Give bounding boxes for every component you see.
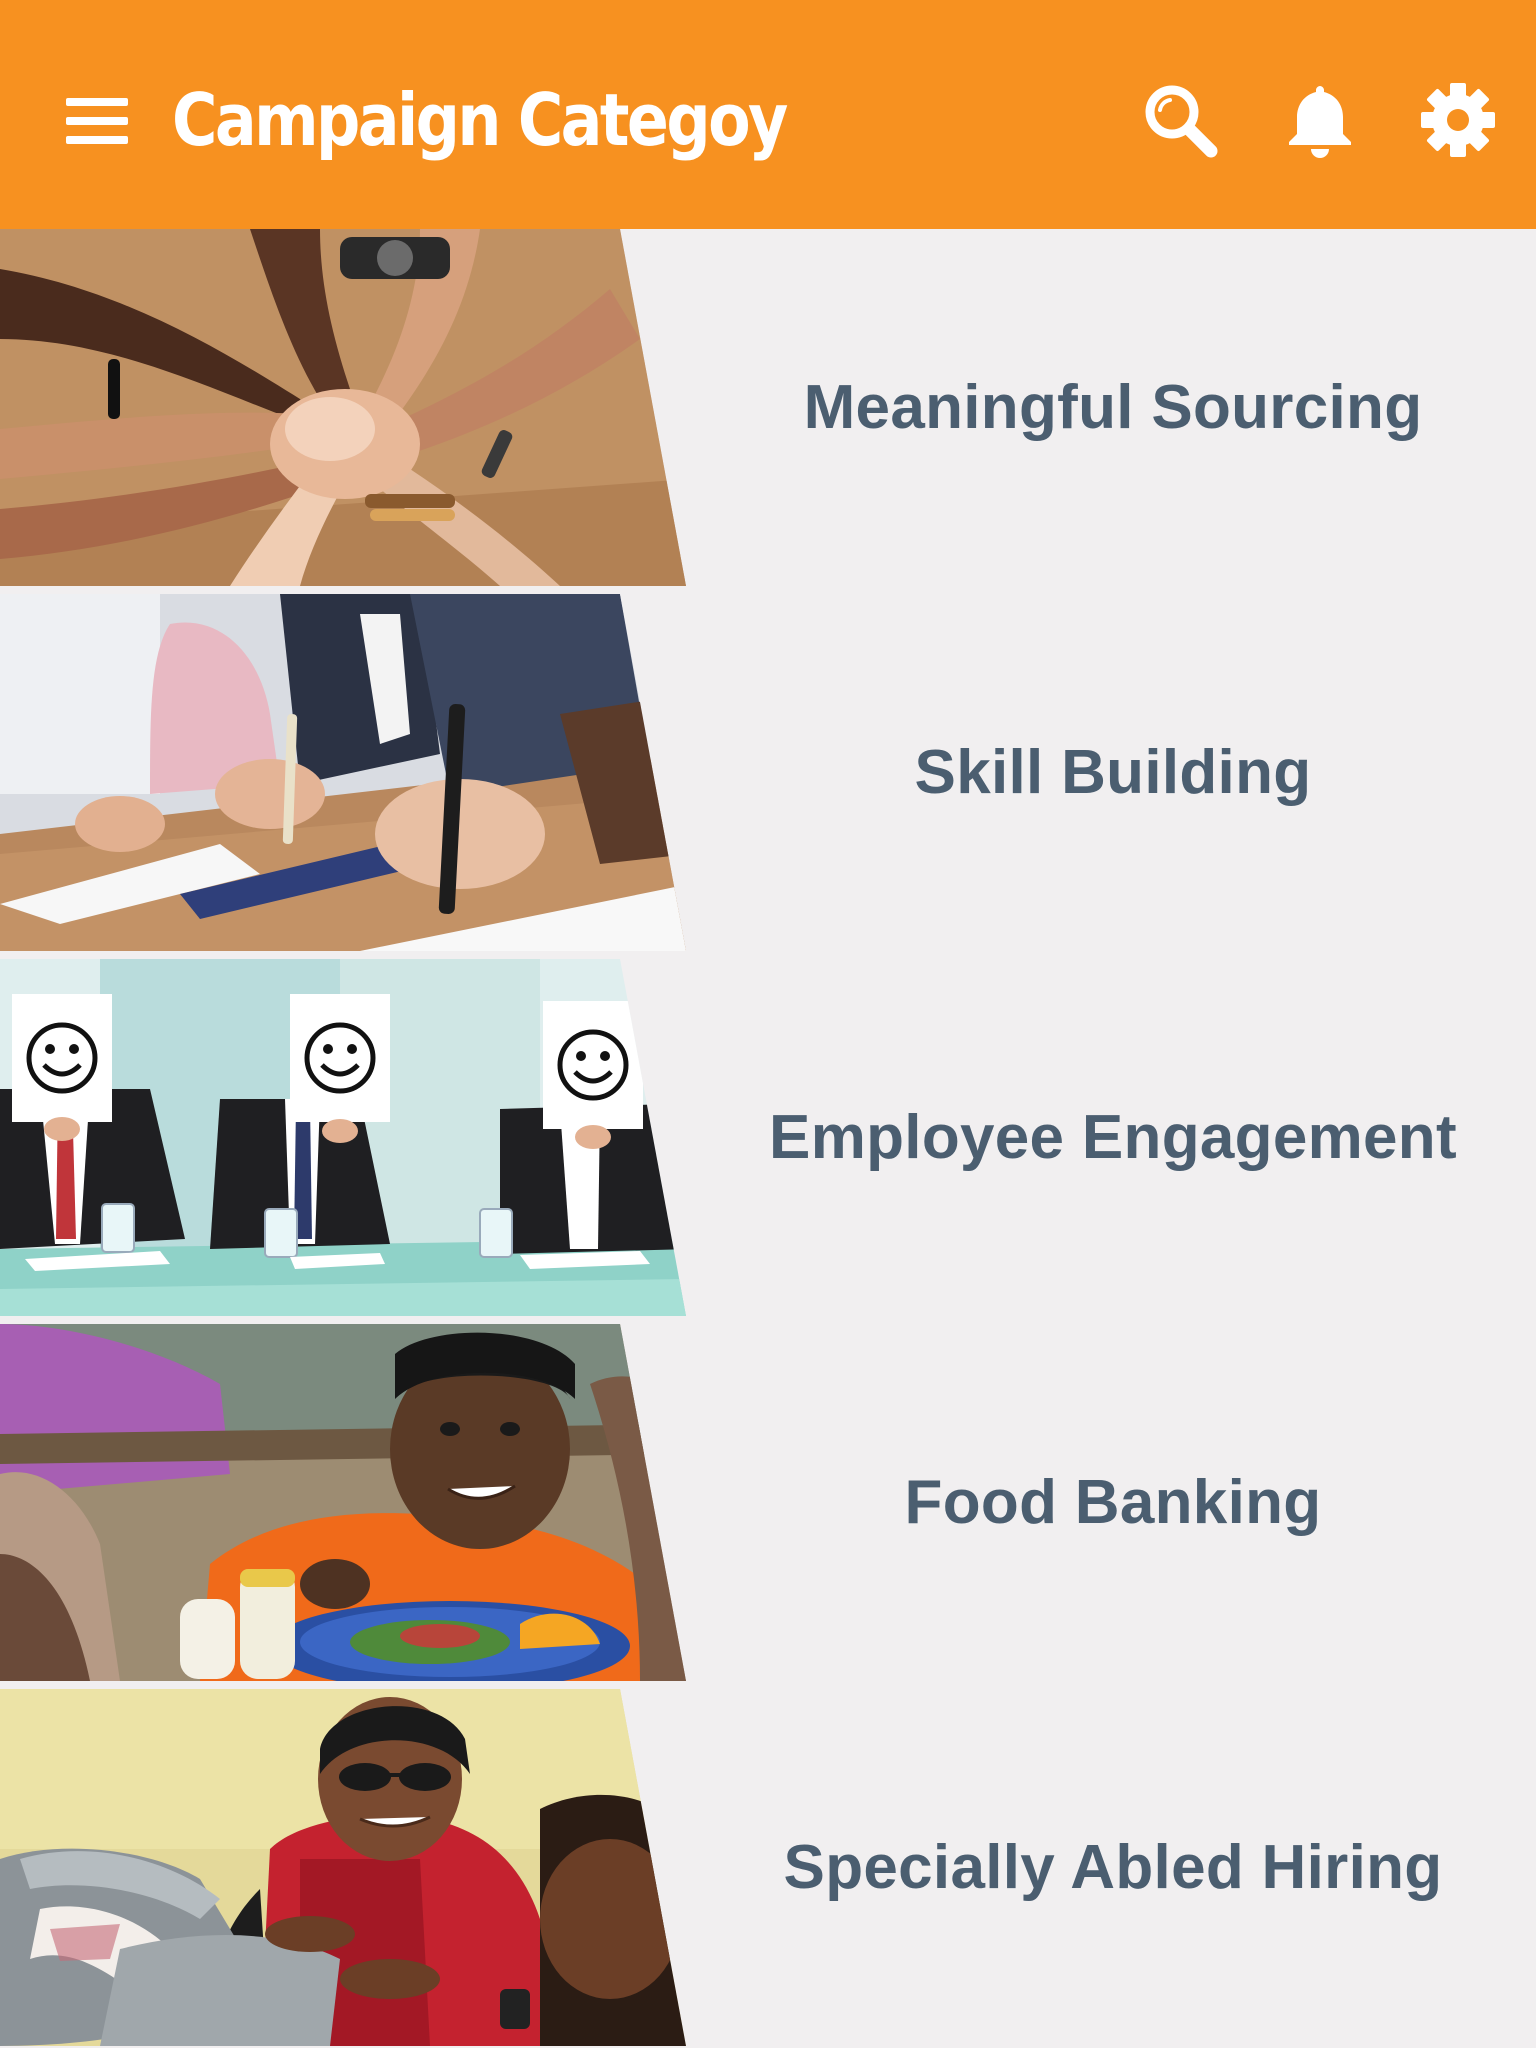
settings-button[interactable] [1408, 70, 1508, 170]
category-item-employee-engagement[interactable]: Employee Engagement [0, 959, 1536, 1316]
menu-button[interactable] [58, 86, 138, 156]
category-item-skill-building[interactable]: Skill Building [0, 594, 1536, 951]
category-label: Meaningful Sourcing [803, 373, 1423, 442]
category-item-food-banking[interactable]: Food Banking [0, 1324, 1536, 1681]
category-label: Food Banking [904, 1468, 1322, 1537]
stacked-hands-photo [0, 229, 686, 586]
gear-icon [1421, 83, 1495, 157]
category-label: Skill Building [914, 738, 1312, 807]
category-list: Meaningful Sourcing Skill Building Emplo… [0, 229, 1536, 2048]
search-icon [1145, 85, 1218, 158]
category-label: Employee Engagement [769, 1103, 1457, 1172]
child-eating-lunch-photo [0, 1324, 686, 1681]
bell-icon [1289, 86, 1351, 158]
people-writing-at-table-photo [0, 594, 686, 951]
notifications-button[interactable] [1270, 70, 1370, 170]
page-title: Campaign Categoy [172, 78, 788, 162]
category-label: Specially Abled Hiring [783, 1833, 1443, 1902]
search-button[interactable] [1130, 70, 1230, 170]
smiley-face-signs-photo [0, 959, 686, 1316]
woman-using-braille-typewriter-photo [0, 1689, 686, 2046]
category-item-specially-abled-hiring[interactable]: Specially Abled Hiring [0, 1689, 1536, 2046]
category-item-meaningful-sourcing[interactable]: Meaningful Sourcing [0, 229, 1536, 586]
app-bar: Campaign Categoy [0, 0, 1536, 229]
